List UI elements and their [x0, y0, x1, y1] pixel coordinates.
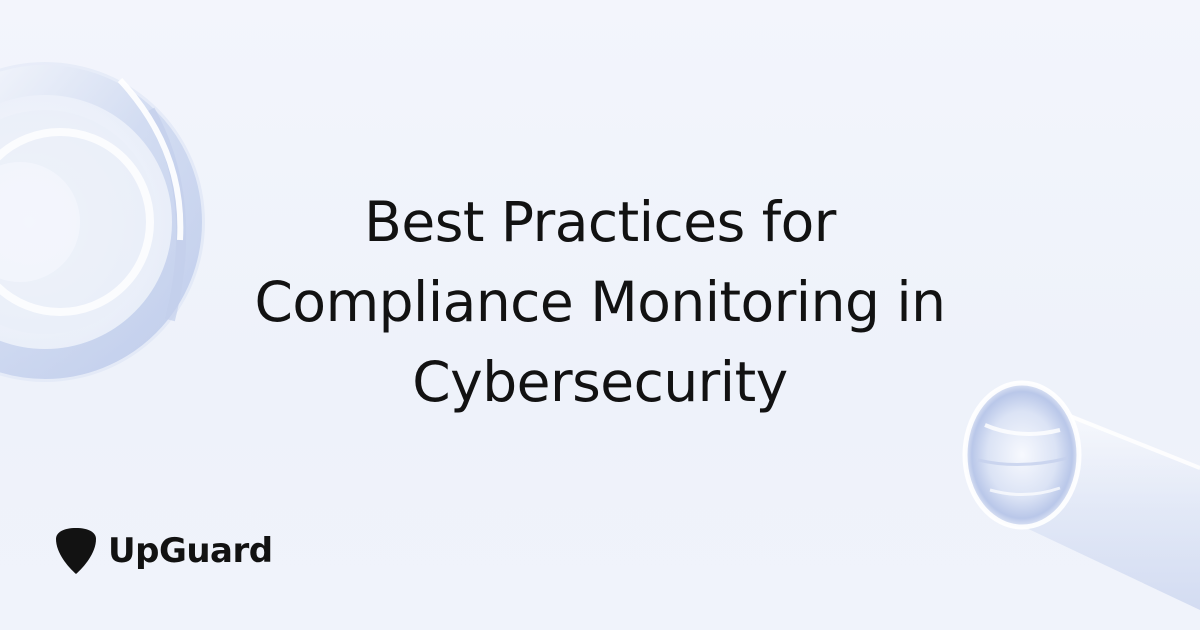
brand-logo: UpGuard	[54, 525, 273, 577]
title-line-2: Compliance Monitoring in	[254, 270, 946, 334]
brand-wordmark: UpGuard	[108, 531, 273, 571]
title-line-3: Cybersecurity	[412, 350, 788, 414]
hero-banner: Best Practices for Compliance Monitoring…	[0, 0, 1200, 630]
page-title: Best Practices for Compliance Monitoring…	[170, 182, 1030, 422]
guitar-pick-shield-icon	[56, 528, 96, 574]
title-line-1: Best Practices for	[364, 190, 836, 254]
